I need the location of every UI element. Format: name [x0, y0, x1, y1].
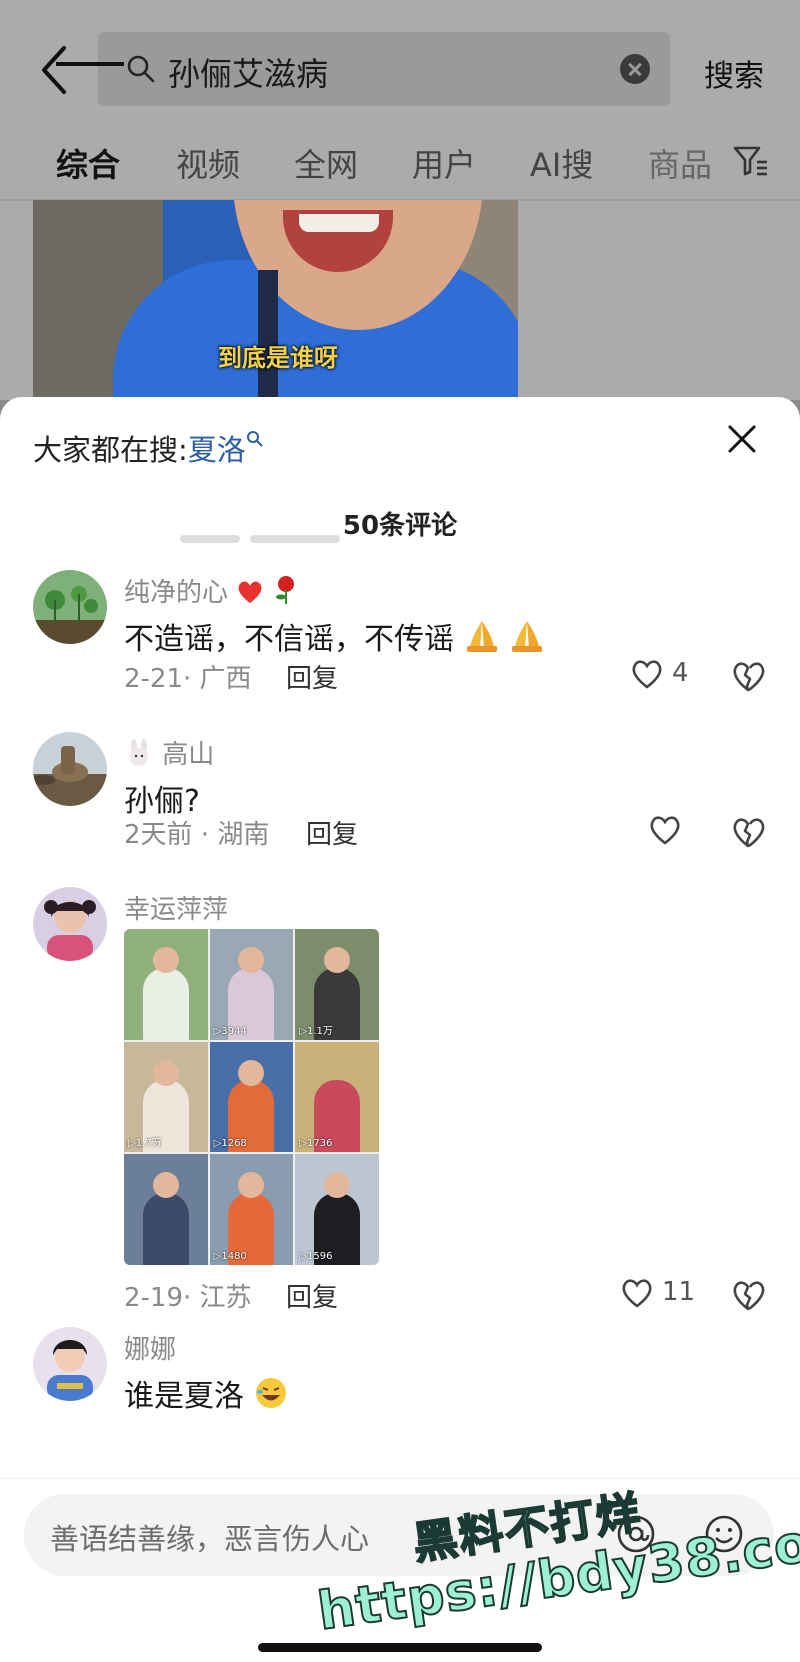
comment-username[interactable]: 娜娜: [124, 1329, 176, 1366]
video-thumbnail[interactable]: 到底是谁呀: [33, 200, 518, 400]
reply-button[interactable]: 回复: [306, 814, 358, 851]
comment-username[interactable]: 高山: [124, 734, 214, 771]
active-tab-indicator: [56, 62, 124, 66]
trending-search-hint[interactable]: 大家都在搜:夏洛: [33, 427, 264, 469]
search-button[interactable]: 搜索: [704, 51, 764, 95]
comment-meta: 2-19· 江苏: [124, 1283, 252, 1313]
laughing-face-icon: [255, 1378, 286, 1408]
rose-icon: [275, 576, 294, 604]
rabbit-icon: [130, 739, 148, 766]
like-button[interactable]: [648, 810, 688, 850]
avatar[interactable]: [33, 570, 107, 644]
grid-thumbnail[interactable]: ▷1268: [209, 1041, 294, 1153]
avatar[interactable]: [33, 732, 107, 806]
tab-ai-search[interactable]: AI搜: [530, 140, 593, 186]
grid-thumbnail[interactable]: ▷3944: [209, 929, 294, 1040]
like-count: 4: [672, 658, 689, 688]
heart-outline-icon: [650, 816, 680, 845]
comment-region: 湖南: [217, 820, 270, 850]
comment-region: 广西: [199, 664, 252, 694]
grid-thumbnail[interactable]: ▷1.1万: [295, 929, 379, 1040]
comment-username[interactable]: 纯净的心: [124, 572, 299, 609]
search-query-text: 孙俪艾滋病: [168, 55, 329, 93]
avatar[interactable]: [33, 1327, 107, 1401]
grid-thumbnail[interactable]: ▷1.7万: [124, 1041, 208, 1153]
tab-comprehensive[interactable]: 综合: [56, 140, 120, 186]
grid-thumbnail[interactable]: ▷1596: [295, 1154, 379, 1265]
filter-icon[interactable]: [733, 144, 769, 178]
comment-meta: 2-21· 广西: [124, 664, 252, 694]
comment-text: 谁是夏洛: [124, 1371, 288, 1415]
comment-date: 2天前: [124, 820, 193, 850]
collapsed-replies-fade: [170, 535, 350, 553]
search-page-background: 孙俪艾滋病 搜索 综合 视频 全网 用户 AI搜 商品 到底是谁呀: [0, 0, 800, 400]
folded-hands-icon: [466, 621, 497, 652]
like-button[interactable]: 4: [630, 654, 690, 694]
back-icon[interactable]: [36, 44, 72, 96]
tab-users[interactable]: 用户: [412, 140, 476, 186]
folded-hands-icon: [512, 621, 543, 652]
grid-thumbnail[interactable]: ▷1736: [295, 1041, 379, 1153]
search-tabs: 综合 视频 全网 用户 AI搜 商品: [0, 132, 800, 198]
search-icon: [246, 431, 263, 447]
heart-outline-icon: [622, 1279, 652, 1308]
trending-label: 大家都在搜:: [33, 433, 188, 467]
tab-web[interactable]: 全网: [294, 140, 358, 186]
comment-count-title: 50条评论: [342, 511, 458, 541]
search-input[interactable]: 孙俪艾滋病: [98, 32, 670, 106]
reply-button[interactable]: 回复: [286, 1277, 338, 1314]
tab-video[interactable]: 视频: [176, 140, 240, 186]
clear-icon[interactable]: [620, 54, 650, 84]
comment-text: 不造谣，不信谣，不传谣: [124, 614, 545, 658]
comment-input-placeholder: 善语结善缘，恶言伤人心: [50, 1522, 370, 1556]
broken-heart-icon[interactable]: [730, 1277, 766, 1313]
close-icon[interactable]: [726, 423, 758, 455]
comment-region: 江苏: [199, 1283, 252, 1313]
like-count: 11: [662, 1277, 696, 1307]
comment-date: 2-19: [124, 1283, 184, 1313]
comment-meta: 2天前 · 湖南: [124, 820, 270, 850]
grid-thumbnail[interactable]: ▷1480: [209, 1154, 294, 1265]
search-icon: [127, 55, 155, 83]
broken-heart-icon[interactable]: [730, 814, 766, 850]
grid-thumbnail[interactable]: [124, 929, 208, 1040]
comment-sheet: 大家都在搜:夏洛 50条评论 纯净的心 不造谣，不信谣，不传谣 2-21· 广西…: [0, 397, 800, 1662]
reply-button[interactable]: 回复: [286, 658, 338, 695]
grid-thumbnail[interactable]: [124, 1154, 208, 1265]
avatar[interactable]: [33, 887, 107, 961]
heart-outline-icon: [632, 660, 662, 689]
like-button[interactable]: 11: [620, 1273, 695, 1313]
trending-keyword[interactable]: 夏洛: [188, 433, 246, 467]
tab-products[interactable]: 商品: [648, 140, 712, 186]
comment-date: 2-21: [124, 664, 184, 694]
comment-image-grid[interactable]: ▷3944 ▷1.1万 ▷1.7万 ▷1268 ▷1736 ▷1480 ▷159…: [124, 929, 379, 1265]
video-caption: 到底是谁呀: [218, 344, 338, 372]
broken-heart-icon[interactable]: [730, 658, 766, 694]
comment-username[interactable]: 幸运萍萍: [124, 889, 228, 926]
red-heart-icon: [238, 581, 262, 603]
home-indicator: [258, 1643, 542, 1652]
